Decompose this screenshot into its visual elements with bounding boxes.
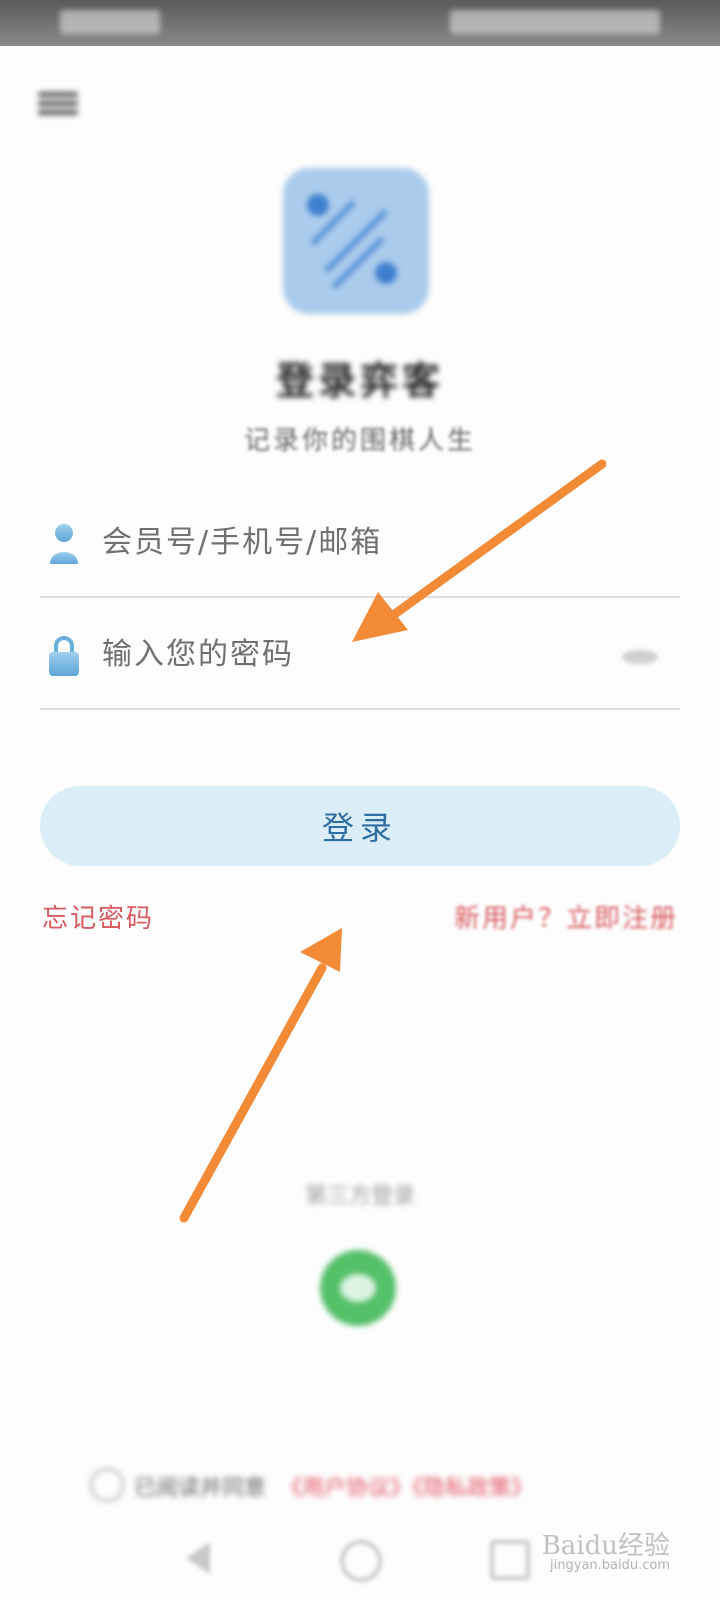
watermark-brand: Baidu经验 — [541, 1531, 670, 1561]
wechat-login-button[interactable] — [320, 1250, 396, 1326]
recent-apps-icon[interactable] — [490, 1540, 530, 1580]
app-logo — [283, 168, 429, 314]
password-input[interactable] — [100, 628, 604, 680]
agreement-text: 已阅读并同意 — [134, 1476, 267, 1501]
watermark: Baidu经验 jingyan.baidu.com — [542, 1525, 670, 1573]
agreement-row: 已阅读并同意 《用户协议》《隐私政策》 — [90, 1464, 650, 1504]
menu-icon[interactable] — [38, 88, 78, 124]
watermark-url: jingyan.baidu.com — [550, 1558, 670, 1573]
user-icon — [50, 524, 78, 564]
status-bar — [0, 0, 720, 46]
login-button[interactable]: 登录 — [40, 786, 680, 866]
username-field — [40, 486, 680, 598]
home-icon[interactable] — [340, 1540, 382, 1582]
status-bar-left — [60, 10, 160, 34]
username-input[interactable] — [100, 516, 604, 568]
other-login-label: 第三方登录 — [304, 1184, 415, 1209]
status-bar-right — [450, 10, 660, 34]
agreement-links[interactable]: 《用户协议》《隐私政策》 — [280, 1470, 533, 1502]
arrow-to-forgot-password — [179, 928, 342, 1223]
register-link[interactable]: 新用户？立即注册 — [454, 898, 678, 935]
app-title: 登录弈客 — [275, 359, 444, 403]
wechat-icon — [340, 1274, 376, 1302]
forgot-password-link[interactable]: 忘记密码 — [42, 898, 154, 935]
agreement-checkbox[interactable] — [90, 1468, 124, 1502]
back-icon[interactable] — [186, 1542, 210, 1574]
app-subtitle: 记录你的围棋人生 — [243, 426, 476, 456]
password-field — [40, 598, 680, 710]
toggle-password-visibility-icon[interactable] — [622, 650, 658, 664]
lock-icon — [49, 636, 79, 676]
